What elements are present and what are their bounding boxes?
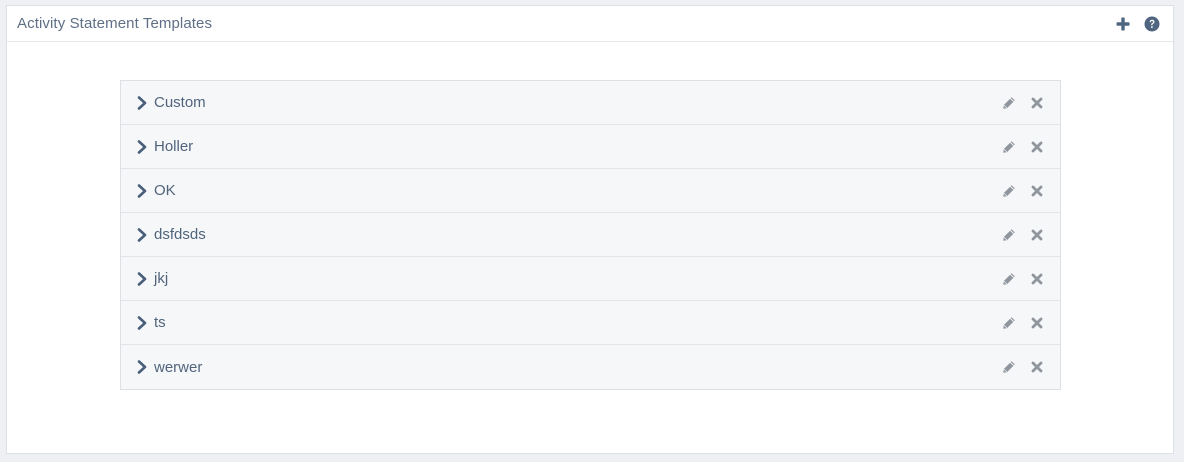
pencil-icon [1003, 272, 1015, 285]
template-row: jkj [121, 257, 1060, 301]
template-toggle[interactable]: OK [136, 182, 176, 199]
close-icon [1031, 229, 1043, 240]
close-icon [1031, 185, 1043, 196]
template-name[interactable]: OK [154, 182, 176, 199]
template-name[interactable]: werwer [154, 359, 202, 376]
row-actions [1002, 140, 1044, 154]
chevron-right-icon[interactable] [136, 95, 147, 110]
template-toggle[interactable]: dsfdsds [136, 226, 206, 243]
template-toggle[interactable]: jkj [136, 270, 168, 287]
templates-panel: Activity Statement Templates Custom Holl… [6, 5, 1174, 454]
close-icon [1031, 97, 1043, 108]
template-name[interactable]: ts [154, 314, 166, 331]
pencil-icon [1003, 184, 1015, 197]
panel-header: Activity Statement Templates [7, 6, 1173, 42]
template-name[interactable]: dsfdsds [154, 226, 206, 243]
row-actions [1002, 316, 1044, 330]
header-actions [1114, 15, 1161, 33]
template-name[interactable]: Holler [154, 138, 193, 155]
plus-icon [1116, 17, 1130, 30]
delete-button[interactable] [1030, 272, 1044, 286]
add-template-button[interactable] [1114, 15, 1132, 33]
chevron-right-icon[interactable] [136, 315, 147, 330]
pencil-icon [1003, 361, 1015, 373]
template-row: dsfdsds [121, 213, 1060, 257]
delete-button[interactable] [1030, 360, 1044, 374]
template-toggle[interactable]: werwer [136, 359, 202, 376]
chevron-right-icon[interactable] [136, 227, 147, 242]
edit-button[interactable] [1002, 96, 1016, 110]
delete-button[interactable] [1030, 96, 1044, 110]
template-row: Custom [121, 81, 1060, 125]
close-icon [1031, 361, 1043, 373]
help-button[interactable] [1143, 15, 1161, 33]
row-actions [1002, 184, 1044, 198]
template-name[interactable]: jkj [154, 270, 168, 287]
template-list: Custom Holler OK dsfdsds jkj ts werwer [120, 80, 1061, 390]
pencil-icon [1003, 96, 1015, 109]
pencil-icon [1003, 140, 1015, 153]
template-row: Holler [121, 125, 1060, 169]
edit-button[interactable] [1002, 272, 1016, 286]
row-actions [1002, 228, 1044, 242]
panel-title: Activity Statement Templates [17, 15, 213, 32]
row-actions [1002, 360, 1044, 374]
template-toggle[interactable]: Holler [136, 138, 193, 155]
edit-button[interactable] [1002, 360, 1016, 374]
edit-button[interactable] [1002, 228, 1016, 242]
edit-button[interactable] [1002, 316, 1016, 330]
chevron-right-icon[interactable] [136, 360, 147, 374]
template-toggle[interactable]: Custom [136, 94, 206, 111]
template-name[interactable]: Custom [154, 94, 206, 111]
chevron-right-icon[interactable] [136, 271, 147, 286]
delete-button[interactable] [1030, 140, 1044, 154]
template-toggle[interactable]: ts [136, 314, 166, 331]
template-row: ts [121, 301, 1060, 345]
edit-button[interactable] [1002, 184, 1016, 198]
delete-button[interactable] [1030, 228, 1044, 242]
edit-button[interactable] [1002, 140, 1016, 154]
chevron-right-icon[interactable] [136, 183, 147, 198]
question-circle-icon [1144, 16, 1160, 31]
chevron-right-icon[interactable] [136, 139, 147, 154]
template-row: OK [121, 169, 1060, 213]
close-icon [1031, 273, 1043, 284]
delete-button[interactable] [1030, 316, 1044, 330]
close-icon [1031, 317, 1043, 328]
pencil-icon [1003, 316, 1015, 329]
delete-button[interactable] [1030, 184, 1044, 198]
close-icon [1031, 141, 1043, 152]
template-row: werwer [121, 345, 1060, 389]
pencil-icon [1003, 228, 1015, 241]
row-actions [1002, 272, 1044, 286]
row-actions [1002, 96, 1044, 110]
